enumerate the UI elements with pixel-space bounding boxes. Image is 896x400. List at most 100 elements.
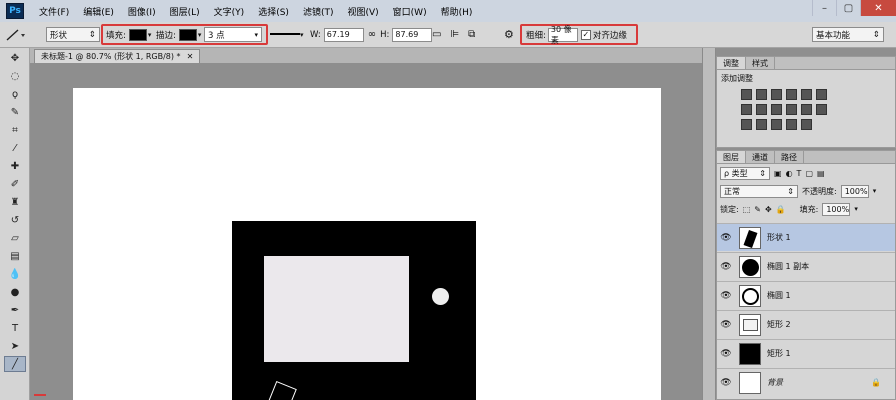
lock-position-icon[interactable]: ✥ <box>765 205 772 214</box>
menu-filter[interactable]: 滤镜(T) <box>296 5 341 18</box>
lock-all-icon[interactable]: 🔒 <box>776 205 786 214</box>
eye-icon[interactable]: 👁 <box>717 262 735 272</box>
gear-icon[interactable]: ⚙ <box>504 28 514 41</box>
dodge-tool-icon[interactable]: ● <box>4 284 26 300</box>
menu-help[interactable]: 帮助(H) <box>434 5 480 18</box>
eye-icon[interactable]: 👁 <box>717 291 735 301</box>
tab-layers[interactable]: 图层 <box>717 151 746 163</box>
align-edges-checkbox[interactable]: ✓ <box>580 29 591 40</box>
line-tool-preset[interactable] <box>4 26 26 43</box>
threshold-icon[interactable] <box>756 119 767 130</box>
layer-row[interactable]: 👁 椭圆 1 <box>717 281 895 309</box>
eye-icon[interactable]: 👁 <box>717 320 735 330</box>
color-balance-icon[interactable] <box>741 104 752 115</box>
document-tab[interactable]: 未标题-1 @ 80.7% (形状 1, RGB/8) * ✕ <box>34 49 201 63</box>
menu-type[interactable]: 文字(Y) <box>207 5 252 18</box>
menu-image[interactable]: 图像(I) <box>121 5 163 18</box>
channel-mixer-icon[interactable] <box>786 104 797 115</box>
tab-styles[interactable]: 样式 <box>746 57 775 69</box>
fill-input[interactable]: 100% <box>822 202 851 216</box>
workspace-select[interactable]: 基本功能 ⇕ <box>812 27 884 42</box>
eye-icon[interactable]: 👁 <box>717 233 735 243</box>
eye-icon[interactable]: 👁 <box>717 378 735 388</box>
stroke-swatch[interactable] <box>178 28 197 41</box>
minimize-button[interactable]: – <box>812 0 836 16</box>
smart-object-filter-icon[interactable]: ▤ <box>817 169 825 178</box>
layer-row[interactable]: 👁 椭圆 1 副本 <box>717 252 895 280</box>
gradient-map-icon[interactable] <box>786 119 797 130</box>
layer-row[interactable]: 👁 矩形 1 <box>717 339 895 367</box>
chevron-down-icon[interactable]: ▾ <box>854 205 858 213</box>
menu-select[interactable]: 选择(S) <box>251 5 296 18</box>
lock-transparent-icon[interactable]: ⬚ <box>743 205 751 214</box>
menu-edit[interactable]: 编辑(E) <box>76 5 121 18</box>
exposure-icon[interactable] <box>786 89 797 100</box>
clone-stamp-tool-icon[interactable]: ♜ <box>4 194 26 210</box>
invert-icon[interactable] <box>816 104 827 115</box>
eye-icon[interactable]: 👁 <box>717 349 735 359</box>
fill-swatch[interactable] <box>128 28 147 41</box>
shape-filter-icon[interactable]: ▢ <box>805 169 813 178</box>
stroke-dropdown-icon[interactable]: ▾ <box>198 31 202 39</box>
history-brush-tool-icon[interactable]: ↺ <box>4 212 26 228</box>
pixel-filter-icon[interactable]: ▣ <box>774 169 782 178</box>
adjustment-filter-icon[interactable]: ◐ <box>786 169 793 178</box>
width-input[interactable]: 67.19 <box>323 27 364 42</box>
quick-select-tool-icon[interactable]: ✎ <box>4 104 26 120</box>
brightness-contrast-icon[interactable] <box>741 89 752 100</box>
lasso-tool-icon[interactable]: ϙ <box>4 86 26 102</box>
healing-brush-tool-icon[interactable]: ✚ <box>4 158 26 174</box>
lock-image-icon[interactable]: ✎ <box>754 205 761 214</box>
pen-tool-icon[interactable]: ✒ <box>4 302 26 318</box>
photo-filter-icon[interactable] <box>771 104 782 115</box>
line-tool-icon[interactable]: ╱ <box>4 356 26 372</box>
link-icon[interactable]: ∞ <box>368 29 376 40</box>
curves-icon[interactable] <box>771 89 782 100</box>
layer-row[interactable]: 👁 背景 🔒 <box>717 368 895 396</box>
tab-paths[interactable]: 路径 <box>775 151 804 163</box>
shadows-highlights-icon[interactable] <box>801 119 812 130</box>
posterize-icon[interactable] <box>741 119 752 130</box>
path-alignment-icon[interactable]: ⊫ <box>450 29 459 40</box>
brush-tool-icon[interactable]: ✐ <box>4 176 26 192</box>
chevron-down-icon[interactable]: ▾ <box>254 31 258 39</box>
stroke-type-select[interactable]: ▾ <box>270 26 304 43</box>
tab-adjustments[interactable]: 调整 <box>717 57 746 69</box>
path-operations-icon[interactable]: ▭ <box>432 29 441 40</box>
gradient-tool-icon[interactable]: ▤ <box>4 248 26 264</box>
layer-row[interactable]: 👁 形状 1 <box>717 223 895 251</box>
layer-filter-select[interactable]: ρ 类型 ⇕ <box>720 166 770 180</box>
black-white-icon[interactable] <box>756 104 767 115</box>
move-tool-icon[interactable]: ✥ <box>4 50 26 66</box>
eyedropper-tool-icon[interactable]: ⁄ <box>4 140 26 156</box>
blend-mode-select[interactable]: 正常 ⇕ <box>720 184 798 198</box>
close-button[interactable]: ✕ <box>860 0 896 16</box>
menu-window[interactable]: 窗口(W) <box>386 5 434 18</box>
crop-tool-icon[interactable]: ⌗ <box>4 122 26 138</box>
shape-ellipse[interactable] <box>432 288 449 305</box>
menu-layer[interactable]: 图层(L) <box>163 5 207 18</box>
type-tool-icon[interactable]: T <box>4 320 26 336</box>
vibrance-icon[interactable] <box>801 89 812 100</box>
type-filter-icon[interactable]: T <box>797 169 802 178</box>
hue-saturation-icon[interactable] <box>816 89 827 100</box>
color-lookup-icon[interactable] <box>801 104 812 115</box>
fill-dropdown-icon[interactable]: ▾ <box>148 31 152 39</box>
marquee-tool-icon[interactable]: ◌ <box>4 68 26 84</box>
menu-view[interactable]: 视图(V) <box>340 5 385 18</box>
levels-icon[interactable] <box>756 89 767 100</box>
tool-mode-select[interactable]: 形状 ⇕ <box>46 27 100 42</box>
selective-color-icon[interactable] <box>771 119 782 130</box>
layer-row[interactable]: 👁 矩形 2 <box>717 310 895 338</box>
blur-tool-icon[interactable]: 💧 <box>4 266 26 282</box>
weight-input[interactable]: 30 像素 <box>547 25 578 45</box>
menu-file[interactable]: 文件(F) <box>32 5 76 18</box>
shape-rectangle-2[interactable] <box>264 256 409 362</box>
path-select-tool-icon[interactable]: ➤ <box>4 338 26 354</box>
eraser-tool-icon[interactable]: ▱ <box>4 230 26 246</box>
stroke-width-field[interactable]: 3 点 ▾ <box>204 27 262 42</box>
close-tab-icon[interactable]: ✕ <box>187 52 194 61</box>
maximize-button[interactable]: ▢ <box>836 0 860 16</box>
path-arrangement-icon[interactable]: ⧉ <box>468 29 475 40</box>
chevron-down-icon[interactable]: ▾ <box>873 187 877 195</box>
